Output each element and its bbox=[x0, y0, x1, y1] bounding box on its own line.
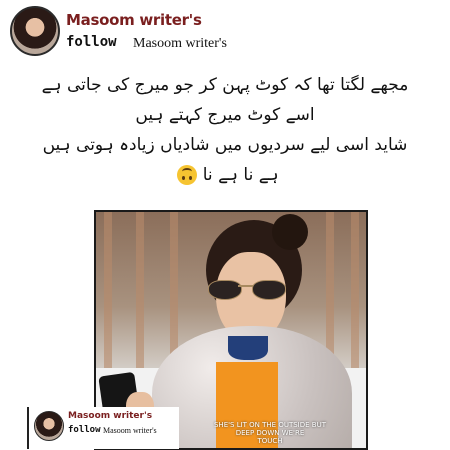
collar bbox=[228, 336, 268, 360]
hair-bun bbox=[272, 214, 308, 250]
poem-line-4-text: ہے نا ہے نا bbox=[202, 165, 279, 185]
poem-line-3: شاید اسی لیے سردیوں میں شادیاں زیادہ ہوت… bbox=[42, 135, 408, 155]
poem: مجھے لگتا تھا کہ کوٹ پہن کر جو میرج کی ج… bbox=[40, 70, 410, 190]
poem-line-4: ہے نا ہے نا bbox=[40, 160, 410, 190]
poem-line-1: مجھے لگتا تھا کہ کوٹ پہن کر جو میرج کی ج… bbox=[41, 75, 409, 95]
caption-line-2: DEEP DOWN WE'RE bbox=[235, 429, 305, 437]
photo-caption: SHE'S LIT ON THE OUTSIDE BUT DEEP DOWN W… bbox=[180, 421, 360, 445]
watermark-follow-target: Masoom writer's bbox=[103, 426, 157, 435]
follow-target: Masoom writer's bbox=[133, 36, 227, 51]
watermark-avatar bbox=[34, 411, 64, 441]
brand-name: Masoom writer's bbox=[66, 11, 202, 29]
poem-line-2: اسے کوٹ میرج کہتے ہیں bbox=[135, 105, 315, 125]
watermark: Masoom writer's follow Masoom writer's bbox=[27, 407, 179, 449]
watermark-follow-label: follow bbox=[68, 425, 101, 435]
avatar[interactable] bbox=[10, 6, 60, 56]
follow-button[interactable]: follow bbox=[66, 34, 117, 50]
caption-line-3: TOUCH bbox=[257, 437, 283, 445]
profile-header: Masoom writer's follow Masoom writer's bbox=[10, 6, 310, 58]
watermark-brand-name: Masoom writer's bbox=[68, 411, 153, 421]
sunglasses-icon bbox=[208, 280, 290, 300]
upside-down-face-icon bbox=[177, 165, 198, 185]
caption-line-1: SHE'S LIT ON THE OUTSIDE BUT bbox=[213, 421, 326, 429]
